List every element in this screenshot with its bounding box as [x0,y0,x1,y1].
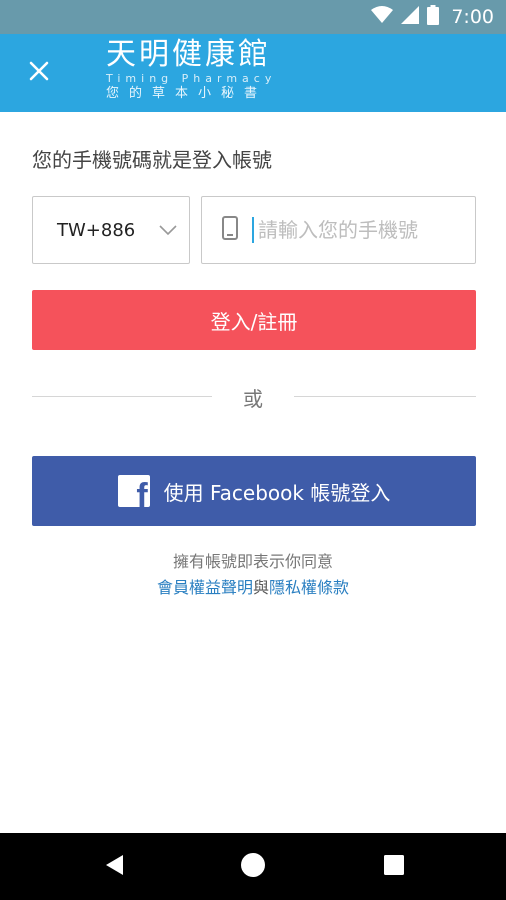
country-code-select[interactable]: TW+886 [32,196,190,264]
home-icon [240,852,266,882]
privacy-policy-link[interactable]: 隱私權條款 [269,578,349,597]
app-logo: 天明健康館 Timing Pharmacy 您的草本小秘書 [106,38,276,108]
logo-title: 天明健康館 [106,37,271,72]
chevron-down-icon [159,221,177,240]
country-code-value: TW+886 [57,219,136,241]
back-button[interactable] [98,851,130,883]
divider-right [294,396,476,397]
signal-icon [401,6,420,28]
phone-field[interactable] [201,196,476,264]
facebook-icon: f [117,475,150,507]
status-bar: 7:00 [0,0,506,34]
terms-links: 會員權益聲明與隱私權條款 [0,574,506,598]
divider-left [32,396,212,397]
logo-subtitle: 您的草本小秘書 [106,86,268,101]
battery-icon [427,5,440,29]
logo-english: Timing Pharmacy [106,72,277,85]
home-button[interactable] [237,851,269,883]
back-icon [103,853,125,881]
facebook-button-label: 使用 Facebook 帳號登入 [163,480,391,505]
phone-icon [222,216,238,244]
recents-icon [383,854,405,880]
terms-connector: 與 [252,578,269,597]
wifi-icon [371,6,394,28]
navigation-bar [0,833,506,900]
divider-or-label: 或 [243,387,263,411]
consent-text: 擁有帳號即表示你同意 [172,552,333,571]
phone-input[interactable] [256,217,460,243]
login-prompt: 您的手機號碼就是登入帳號 [32,148,272,172]
facebook-login-button[interactable]: f 使用 Facebook 帳號登入 [32,456,476,526]
login-register-button[interactable]: 登入/註冊 [32,290,476,350]
app-bar: 天明健康館 Timing Pharmacy 您的草本小秘書 [0,34,506,112]
close-icon [29,61,49,85]
close-button[interactable] [20,54,58,92]
status-time: 7:00 [451,6,494,28]
recents-button[interactable] [378,851,410,883]
text-cursor [252,217,254,243]
member-rights-link[interactable]: 會員權益聲明 [157,578,253,597]
